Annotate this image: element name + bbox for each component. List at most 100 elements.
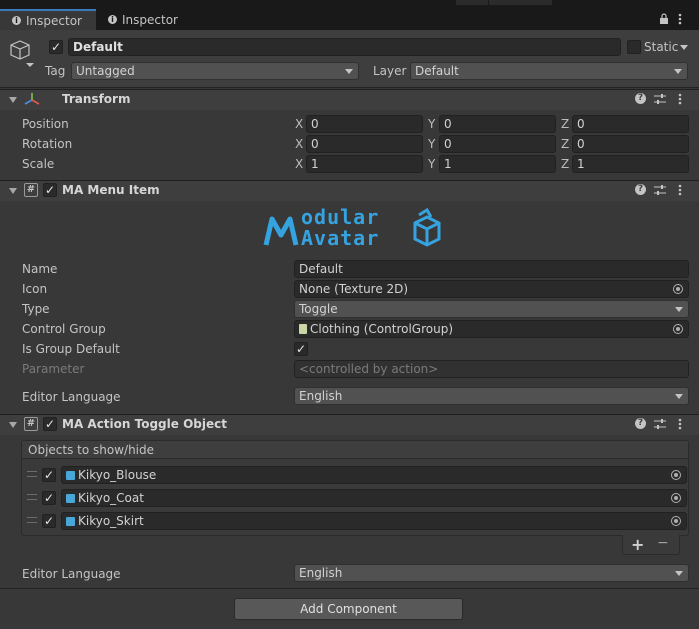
control-group-object-field[interactable]: Clothing (ControlGroup) [294,320,689,338]
editor-language-dropdown[interactable]: English [294,387,689,405]
chevron-down-icon [675,394,683,399]
parameter-label: Parameter [22,362,85,376]
editor-language-dropdown[interactable]: English [294,564,689,582]
toolbar-button[interactable] [520,0,552,5]
control-group-label: Control Group [22,322,106,336]
add-component-button[interactable]: Add Component [234,598,463,620]
list-item-object-field[interactable]: Kikyo_Skirt [61,512,687,530]
lock-icon[interactable] [659,13,669,24]
settings-sliders-icon[interactable] [654,418,666,430]
more-options-icon[interactable] [678,13,682,25]
rotation-x-input[interactable]: 0 [306,135,423,153]
icon-object-field[interactable]: None (Texture 2D) [294,280,689,298]
editor-language-label: Editor Language [22,390,121,404]
toolbar-button[interactable] [489,0,521,5]
name-label: Name [22,262,58,276]
chevron-down-icon [345,69,353,74]
scale-y-input[interactable]: 1 [439,155,556,173]
list-item-object-field[interactable]: Kikyo_Coat [61,489,687,507]
settings-sliders-icon[interactable] [654,184,666,196]
object-picker-icon[interactable] [673,324,683,334]
static-checkbox[interactable]: ✓ [627,40,641,54]
is-group-default-checkbox[interactable]: ✓ [294,342,308,356]
transform-title: Transform [62,92,131,106]
help-icon[interactable]: ? [635,93,646,104]
logo-m-mark [263,216,299,246]
more-options-icon[interactable] [678,184,682,196]
object-picker-icon[interactable] [671,493,681,503]
prefab-cube-icon [66,517,75,526]
script-icon: # [24,183,38,197]
object-picker-icon[interactable] [673,284,683,294]
toggle-object-title: MA Action Toggle Object [62,417,227,431]
logo-line2: Avatar [301,226,380,250]
script-file-icon [299,324,307,334]
static-dropdown-arrow-icon[interactable] [680,45,688,50]
rotation-z-input[interactable]: 0 [572,135,689,153]
drag-handle-icon[interactable] [27,517,37,523]
axis-x-label: X [295,137,304,151]
type-dropdown[interactable]: Toggle [294,300,689,318]
position-z-input[interactable]: 0 [572,115,689,133]
help-icon[interactable]: ? [635,184,646,195]
objects-list-title: Objects to show/hide [28,443,155,457]
item-show-checkbox[interactable]: ✓ [42,514,56,528]
add-item-button[interactable]: + [631,535,644,554]
toggle-object-enabled-checkbox[interactable]: ✓ [43,417,57,431]
layer-dropdown[interactable]: Default [410,62,688,80]
scale-x-input[interactable]: 1 [306,155,423,173]
logo-box-icon [413,207,441,247]
static-label: Static [644,40,679,54]
axis-z-label: Z [561,117,570,131]
axis-z-label: Z [561,157,570,171]
script-icon: # [24,417,38,431]
name-input[interactable]: Default [294,260,689,278]
axis-y-label: Y [428,117,436,131]
icon-label: Icon [22,282,48,296]
drag-handle-icon[interactable] [27,471,37,477]
parameter-input: <controlled by action> [294,360,689,378]
active-checkbox[interactable]: ✓ [49,40,63,54]
foldout-arrow-icon[interactable] [9,188,17,194]
rotation-label: Rotation [22,137,73,151]
chevron-down-icon [674,69,682,74]
item-show-checkbox[interactable]: ✓ [42,468,56,482]
scale-z-input[interactable]: 1 [572,155,689,173]
drag-handle-icon[interactable] [27,494,37,500]
tag-dropdown[interactable]: Untagged [71,62,359,80]
prefab-cube-icon [66,471,75,480]
more-options-icon[interactable] [678,93,682,105]
item-show-checkbox[interactable]: ✓ [42,491,56,505]
info-icon: i [12,16,21,25]
more-options-icon[interactable] [678,418,682,430]
menu-item-enabled-checkbox[interactable]: ✓ [43,183,57,197]
rotation-y-input[interactable]: 0 [439,135,556,153]
remove-item-button[interactable]: − [657,535,669,551]
scale-label: Scale [22,157,55,171]
type-label: Type [22,302,50,316]
position-y-input[interactable]: 0 [439,115,556,133]
settings-sliders-icon[interactable] [654,93,666,105]
axis-y-label: Y [428,137,436,151]
list-item-object-field[interactable]: Kikyo_Blouse [61,466,687,484]
tab-inspector-2[interactable]: i Inspector [96,9,186,30]
layer-label: Layer [373,64,407,78]
modular-avatar-logo: odular Avatar [263,205,447,251]
object-name-input[interactable]: Default [68,38,621,56]
position-x-input[interactable]: 0 [306,115,423,133]
object-picker-icon[interactable] [671,470,681,480]
help-icon[interactable]: ? [635,418,646,429]
tab-inspector-1[interactable]: i Inspector [0,9,96,30]
axis-x-label: X [295,117,304,131]
chevron-down-icon [675,307,683,312]
axis-y-label: Y [428,157,436,171]
editor-language-label: Editor Language [22,567,121,581]
foldout-arrow-icon[interactable] [9,422,17,428]
is-group-default-label: Is Group Default [22,342,120,356]
info-icon: i [108,15,117,24]
gameobject-cube-icon [10,40,34,67]
tag-label: Tag [45,64,66,78]
foldout-arrow-icon[interactable] [9,97,17,103]
toolbar-button[interactable] [456,0,488,5]
object-picker-icon[interactable] [671,516,681,526]
